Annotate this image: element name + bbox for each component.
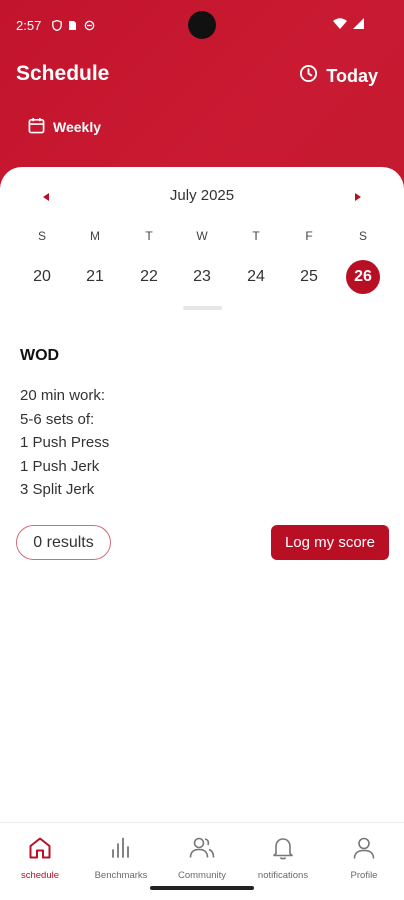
calendar-day[interactable]: 22 [132, 260, 166, 294]
calendar-day[interactable]: 21 [78, 260, 112, 294]
nav-item-profile[interactable]: Profile [324, 835, 404, 881]
bottom-navigation: schedule Benchmarks Community notificati… [0, 822, 404, 900]
calendar-day[interactable]: 20 [25, 260, 59, 294]
workout-line: 1 Push Jerk [20, 457, 100, 475]
month-navigator: July 2025 [0, 187, 404, 207]
sim-icon [68, 18, 78, 30]
weekly-view-button[interactable]: Weekly [28, 117, 101, 137]
calendar-day[interactable]: 25 [292, 260, 326, 294]
workout-line: 5-6 sets of: [20, 410, 95, 428]
clock-icon [299, 64, 318, 88]
nav-label: Benchmarks [94, 870, 148, 881]
nav-label: Community [177, 870, 227, 881]
calendar-day-selected[interactable]: 26 [346, 260, 380, 294]
circle-icon [84, 18, 95, 31]
camera-cutout [188, 11, 216, 39]
home-indicator[interactable] [150, 886, 254, 890]
next-month-button[interactable] [352, 190, 364, 204]
home-icon [27, 835, 53, 866]
nav-item-schedule[interactable]: schedule [0, 835, 80, 881]
weekday-label: F [305, 229, 313, 243]
nav-label: notifications [257, 870, 309, 881]
drag-handle[interactable] [183, 306, 222, 310]
notification-icons [52, 18, 95, 32]
nav-label: Profile [350, 870, 378, 881]
weekday-label: M [90, 229, 100, 243]
signal-icon [353, 16, 364, 34]
nav-label: schedule [20, 870, 60, 881]
weekday-label: T [145, 229, 153, 243]
log-score-button[interactable]: Log my score [271, 525, 389, 560]
workout-description: 20 min work: 5-6 sets of: 1 Push Press 1… [20, 384, 109, 502]
status-right [333, 16, 364, 34]
workout-line: 1 Push Press [20, 434, 110, 451]
bar-chart-icon [108, 835, 134, 866]
workout-line: 3 Split Jerk [20, 481, 95, 498]
nav-item-benchmarks[interactable]: Benchmarks [81, 835, 161, 881]
shield-icon [52, 18, 62, 32]
weekday-label: S [358, 229, 367, 243]
weekly-label: Weekly [53, 119, 101, 135]
schedule-sheet: July 2025 S M T W T F S 20 21 22 23 24 2… [0, 167, 404, 822]
today-label: Today [326, 65, 378, 86]
status-bar: 2:57 [0, 0, 404, 50]
person-icon [351, 835, 377, 866]
caret-right-icon [355, 193, 361, 201]
workout-title: WOD [20, 347, 60, 364]
calendar-day[interactable]: 24 [239, 260, 273, 294]
calendar-icon [28, 117, 45, 137]
nav-item-community[interactable]: Community [162, 835, 242, 881]
wifi-icon [333, 16, 347, 34]
results-button[interactable]: 0 results [16, 525, 111, 560]
bell-icon [270, 835, 296, 866]
weekday-label: T [252, 229, 260, 243]
nav-item-notifications[interactable]: notifications [243, 835, 323, 881]
people-icon [188, 835, 216, 866]
weekday-label: W [196, 229, 208, 243]
calendar-day[interactable]: 23 [185, 260, 219, 294]
status-time: 2:57 [16, 18, 42, 33]
weekday-label: S [37, 229, 46, 243]
month-label: July 2025 [169, 187, 235, 204]
today-button[interactable]: Today [299, 64, 378, 88]
workout-line: 20 min work: [20, 387, 106, 404]
page-title: Schedule [16, 62, 110, 85]
